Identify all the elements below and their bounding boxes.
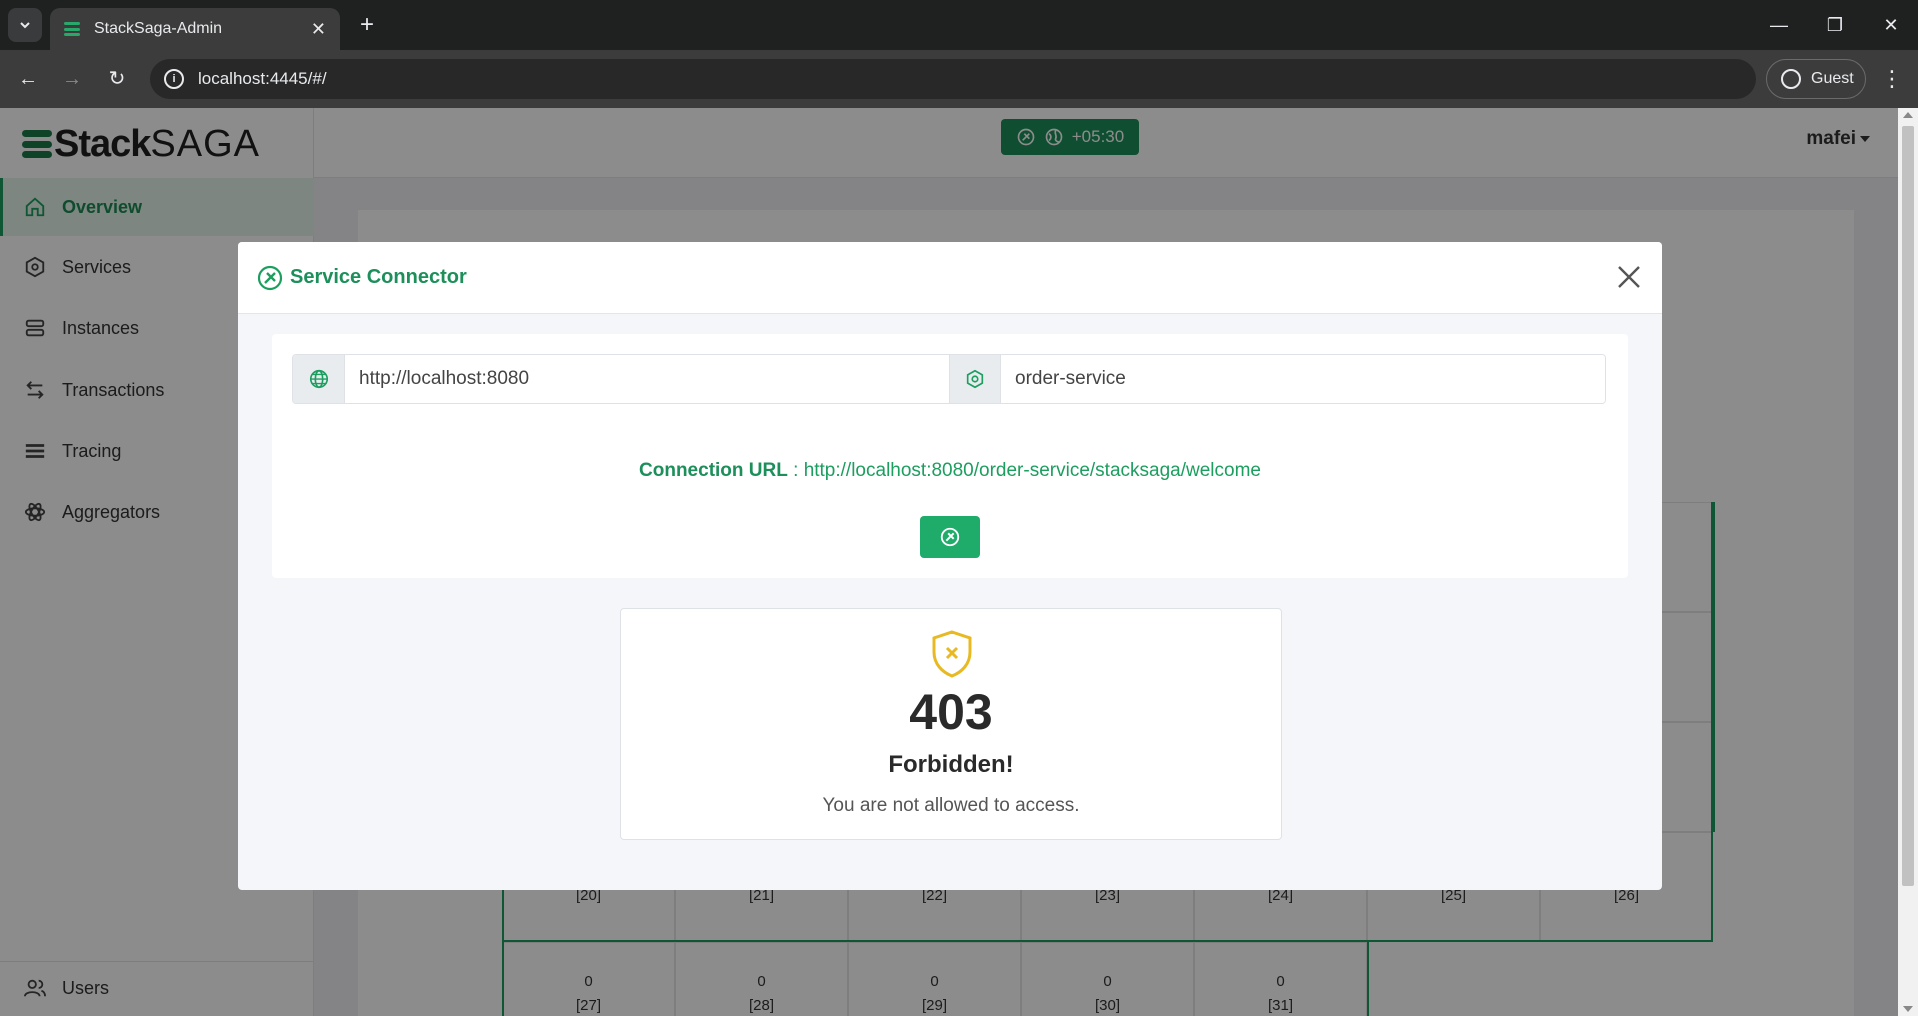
- error-title: Forbidden!: [888, 751, 1014, 778]
- scroll-down-icon[interactable]: [1903, 1006, 1913, 1012]
- tab-close-icon[interactable]: ✕: [311, 19, 326, 40]
- browser-toolbar: ← → ↻ i localhost:4445/#/ Guest ⋮: [0, 50, 1918, 108]
- tab-search-button[interactable]: [8, 8, 42, 42]
- connection-url-label: Connection URL: [639, 460, 788, 481]
- connector-form: Connection URL : http://localhost:8080/o…: [272, 334, 1628, 578]
- connector-input-group: [292, 354, 1606, 404]
- modal-title: Service Connector: [290, 266, 467, 288]
- site-info-icon[interactable]: i: [164, 69, 184, 89]
- page-scrollbar[interactable]: [1898, 108, 1918, 1016]
- globe-icon: [309, 369, 328, 389]
- hexagon-icon: [966, 369, 984, 389]
- window-close-icon[interactable]: ✕: [1866, 8, 1916, 42]
- service-connector-modal: Service Connector Connection URL : http:…: [238, 242, 1662, 890]
- new-tab-button[interactable]: +: [352, 10, 382, 40]
- plug-icon: [940, 527, 960, 547]
- connect-button[interactable]: [920, 516, 980, 558]
- forward-arrow-icon[interactable]: →: [56, 63, 88, 95]
- browser-menu-icon[interactable]: ⋮: [1880, 63, 1904, 95]
- scroll-thumb[interactable]: [1902, 126, 1914, 886]
- error-message: You are not allowed to access.: [822, 795, 1080, 816]
- browser-tab-bar: StackSaga-Admin ✕ + — ❐ ✕: [0, 0, 1918, 50]
- profile-button[interactable]: Guest: [1766, 59, 1866, 99]
- tab-title: StackSaga-Admin: [94, 20, 223, 37]
- connection-url-separator: :: [787, 460, 804, 481]
- profile-icon: [1781, 69, 1801, 89]
- modal-header: Service Connector: [238, 242, 1662, 314]
- service-name-input[interactable]: [1001, 355, 1605, 403]
- stacksaga-favicon-icon: [64, 22, 80, 36]
- service-addon: [949, 355, 1001, 403]
- error-code: 403: [909, 684, 993, 740]
- connection-url-value: http://localhost:8080/order-service/stac…: [803, 460, 1261, 481]
- host-addon: [293, 355, 345, 403]
- back-arrow-icon[interactable]: ←: [12, 63, 44, 95]
- error-card: 403 Forbidden! You are not allowed to ac…: [620, 608, 1282, 840]
- restore-icon[interactable]: ❐: [1810, 8, 1860, 42]
- profile-label: Guest: [1811, 70, 1854, 87]
- address-url[interactable]: localhost:4445/#/: [198, 69, 327, 89]
- host-input[interactable]: [345, 355, 949, 403]
- browser-tab[interactable]: StackSaga-Admin ✕: [50, 8, 340, 50]
- close-icon[interactable]: [1614, 262, 1644, 292]
- minimize-icon[interactable]: —: [1754, 8, 1804, 42]
- scroll-up-icon[interactable]: [1903, 112, 1913, 118]
- connection-url-line: Connection URL : http://localhost:8080/o…: [272, 460, 1628, 482]
- address-bar[interactable]: i localhost:4445/#/: [150, 59, 1756, 99]
- plug-icon: [257, 265, 283, 290]
- chevron-down-icon: [20, 22, 30, 29]
- shield-x-icon: [932, 630, 972, 678]
- reload-icon[interactable]: ↻: [101, 63, 133, 95]
